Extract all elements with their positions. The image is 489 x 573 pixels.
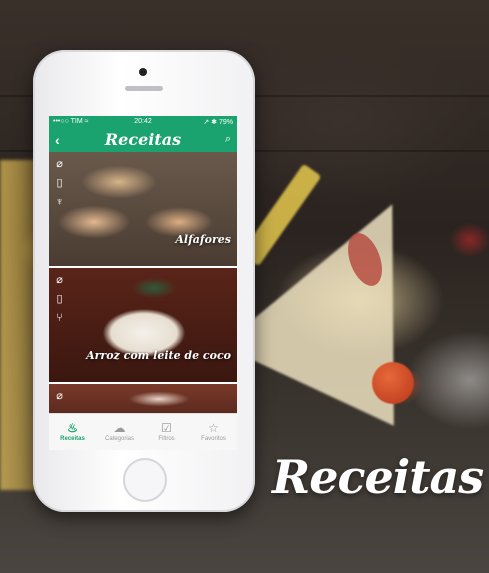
carrier-label: •••○○ TIM ≈ xyxy=(53,118,89,125)
tab-label: Filtros xyxy=(158,436,175,442)
search-icon[interactable]: ⌕ xyxy=(217,133,231,146)
tab-filtros[interactable]: ☑ Filtros xyxy=(143,414,190,450)
gluten-free-icon: ⌀ xyxy=(56,274,63,286)
tab-label: Categorias xyxy=(104,436,134,442)
gluten-free-icon: ⌀ xyxy=(56,158,63,170)
promo-title: Receitas xyxy=(272,450,484,504)
tab-label: Favoritos xyxy=(201,436,226,442)
recipe-card-alfafores[interactable]: ⌀ ▯ ♆ Alfafores xyxy=(49,152,237,266)
gluten-free-icon: ⌀ xyxy=(56,390,63,402)
dessert-icon: ♆ xyxy=(55,195,64,208)
tab-favoritos[interactable]: ☆ Favoritos xyxy=(190,414,237,450)
diet-icons: ⌀ xyxy=(53,389,66,402)
nav-bar: ‹ Receitas ⌕ xyxy=(49,127,237,152)
dairy-free-icon: ▯ xyxy=(56,177,63,189)
pot-icon: ♨ xyxy=(67,421,78,435)
nav-title: Receitas xyxy=(104,130,182,149)
dairy-free-icon: ▯ xyxy=(56,293,63,305)
tab-categorias[interactable]: ☁ Categorias xyxy=(96,414,143,450)
chef-hat-icon: ☁ xyxy=(113,421,126,435)
recipe-list[interactable]: ⌀ ▯ ♆ Alfafores ⌀ ▯ ⑂ Arroz com leite de… xyxy=(49,152,237,414)
recipe-name: Arroz com leite de coco xyxy=(86,349,231,362)
status-time: 20:42 xyxy=(134,118,152,125)
tab-label: Receitas xyxy=(60,436,85,442)
diet-icons: ⌀ ▯ ♆ xyxy=(53,157,66,208)
status-bar: •••○○ TIM ≈ 20:42 ↗ ✱ 79% xyxy=(49,116,237,127)
tomato-decoration xyxy=(372,362,414,404)
recipe-name: Alfafores xyxy=(175,233,231,246)
front-camera xyxy=(139,68,147,76)
home-button[interactable] xyxy=(123,458,167,502)
filter-checkbox-icon: ☑ xyxy=(161,421,172,435)
chevron-left-icon[interactable]: ‹ xyxy=(55,132,69,148)
recipe-card-arroz-com-leite-de-coco[interactable]: ⌀ ▯ ⑂ Arroz com leite de coco xyxy=(49,268,237,382)
diet-icons: ⌀ ▯ ⑂ xyxy=(53,273,66,324)
cheese-wedge-decoration xyxy=(221,164,479,426)
phone-mockup: •••○○ TIM ≈ 20:42 ↗ ✱ 79% ‹ Receitas ⌕ ⌀… xyxy=(33,50,255,512)
app-screen: •••○○ TIM ≈ 20:42 ↗ ✱ 79% ‹ Receitas ⌕ ⌀… xyxy=(49,116,237,450)
main-course-icon: ⑂ xyxy=(56,311,63,324)
star-icon: ☆ xyxy=(208,421,219,435)
phone-speaker xyxy=(125,86,163,91)
recipe-card-partial[interactable]: ⌀ xyxy=(49,384,237,414)
tab-bar: ♨ Receitas ☁ Categorias ☑ Filtros ☆ Favo… xyxy=(49,413,237,450)
status-indicators: ↗ ✱ 79% xyxy=(203,118,233,126)
tab-receitas[interactable]: ♨ Receitas xyxy=(49,414,96,450)
